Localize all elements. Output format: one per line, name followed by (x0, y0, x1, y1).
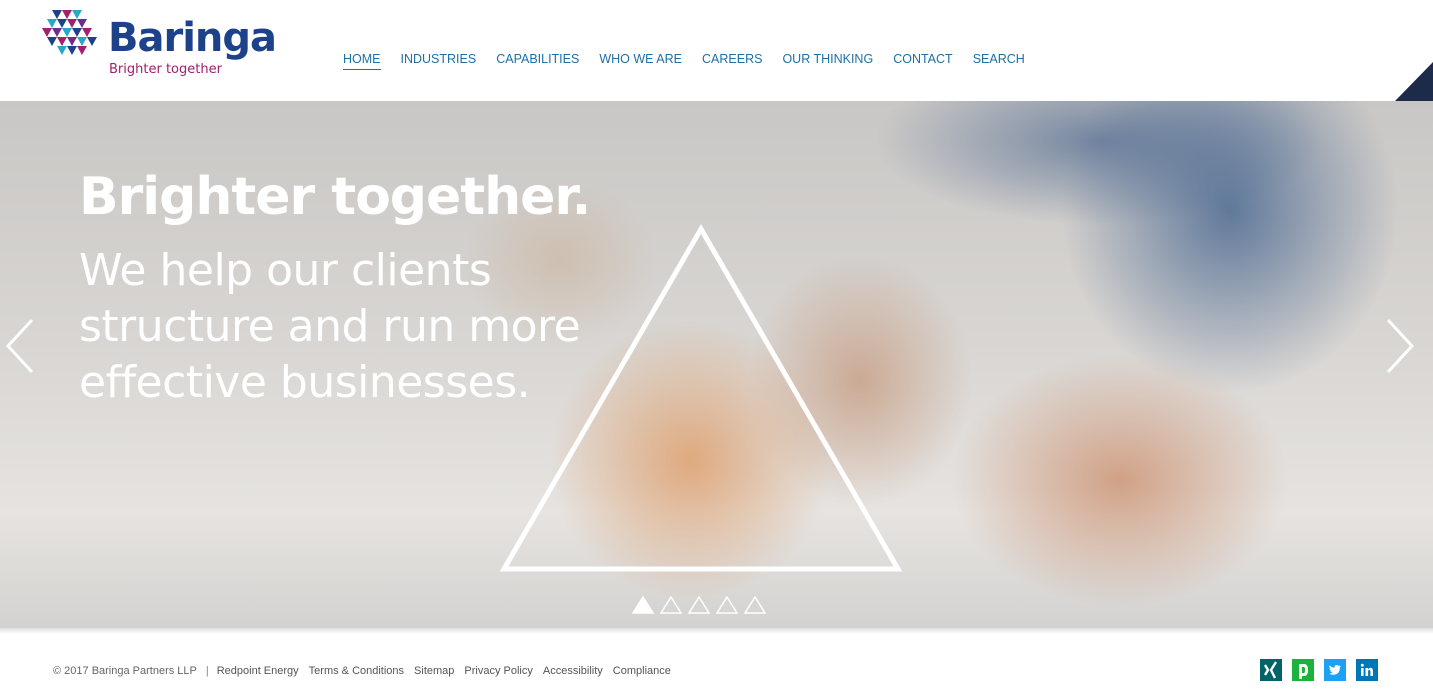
twitter-link[interactable] (1324, 659, 1346, 681)
nav-item-industries[interactable]: INDUSTRIES (391, 52, 487, 72)
baringa-triangle-mosaic-icon (42, 10, 97, 55)
dealogic-link[interactable] (1292, 659, 1314, 681)
xing-icon (1260, 659, 1282, 681)
hero-title: Brighter together. (79, 167, 591, 227)
xing-link[interactable] (1260, 659, 1282, 681)
site-footer: © 2017 Baringa Partners LLP | Redpoint E… (0, 628, 1433, 692)
nav-item-careers[interactable]: CAREERS (692, 52, 772, 72)
nav-item-capabilities[interactable]: CAPABILITIES (486, 52, 589, 72)
footer-links: © 2017 Baringa Partners LLP | Redpoint E… (53, 664, 681, 678)
carousel-prev-button[interactable] (2, 316, 38, 376)
chevron-left-icon (5, 318, 34, 374)
baringa-logo[interactable]: Baringa Brighter together (42, 10, 277, 80)
footer-link-redpoint-energy[interactable]: Redpoint Energy (217, 664, 299, 678)
carousel-dot-4[interactable] (715, 595, 739, 615)
logo-tagline: Brighter together (109, 62, 222, 77)
nav-item-search[interactable]: SEARCH (963, 52, 1035, 72)
footer-link-sitemap[interactable]: Sitemap (414, 664, 454, 678)
carousel-dot-1[interactable] (631, 595, 655, 615)
corner-fold-decoration (1395, 62, 1433, 101)
chevron-right-icon (1386, 318, 1415, 374)
carousel-indicators (631, 595, 771, 615)
footer-separator: | (205, 665, 209, 677)
twitter-icon (1324, 659, 1346, 681)
carousel-next-button[interactable] (1382, 316, 1418, 376)
copyright-text: © 2017 Baringa Partners LLP (53, 665, 197, 677)
nav-item-contact[interactable]: CONTACT (883, 52, 963, 72)
triangle-frame-decoration (499, 224, 903, 572)
carousel-dot-2[interactable] (659, 595, 683, 615)
footer-link-privacy[interactable]: Privacy Policy (464, 664, 532, 678)
linkedin-icon (1356, 659, 1378, 681)
footer-link-compliance[interactable]: Compliance (613, 664, 671, 678)
nav-item-home[interactable]: HOME (333, 52, 391, 72)
dealogic-icon (1292, 659, 1314, 681)
nav-item-who-we-are[interactable]: WHO WE ARE (589, 52, 692, 72)
main-nav: HOME INDUSTRIES CAPABILITIES WHO WE ARE … (333, 52, 1035, 74)
carousel-dot-5[interactable] (743, 595, 767, 615)
site-header: Baringa Brighter together HOME INDUSTRIE… (0, 0, 1433, 101)
hero-carousel: Brighter together. We help our clients s… (0, 101, 1433, 628)
footer-link-accessibility[interactable]: Accessibility (543, 664, 603, 678)
nav-item-our-thinking[interactable]: OUR THINKING (772, 52, 883, 72)
footer-divider (0, 628, 1433, 634)
carousel-dot-3[interactable] (687, 595, 711, 615)
logo-wordmark: Baringa (108, 15, 277, 61)
linkedin-link[interactable] (1356, 659, 1378, 681)
footer-link-terms[interactable]: Terms & Conditions (309, 664, 404, 678)
